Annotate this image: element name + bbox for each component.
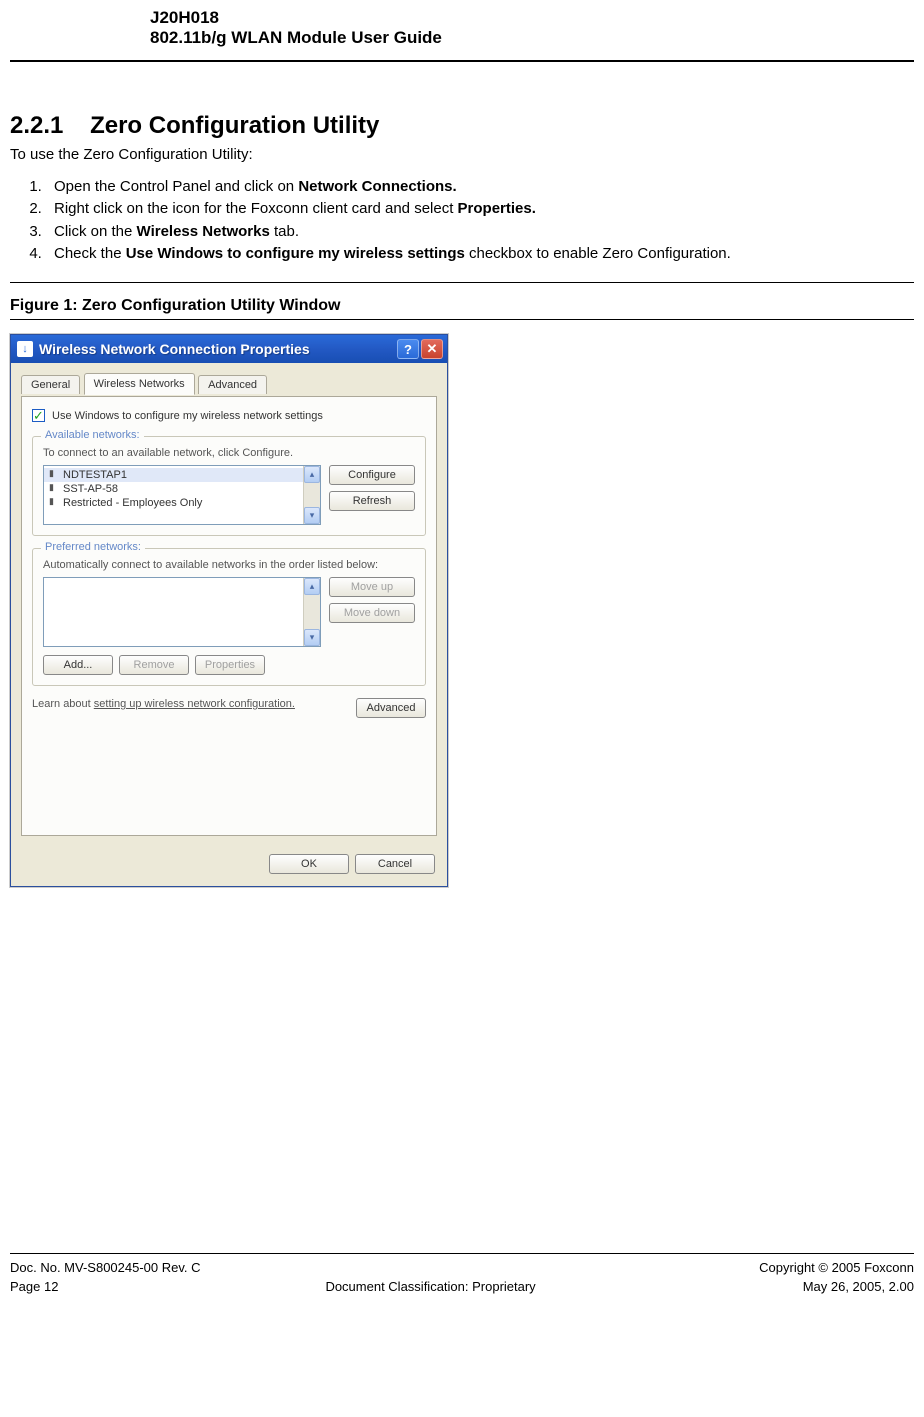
available-networks-list[interactable]: NDTESTAP1 SST-AP-58 Restricted - Employe…: [43, 465, 321, 525]
refresh-button[interactable]: Refresh: [329, 491, 415, 511]
tab-advanced[interactable]: Advanced: [198, 375, 267, 394]
page-number: Page 12: [10, 1279, 58, 1294]
footer-row-2: Page 12 Document Classification: Proprie…: [10, 1279, 914, 1294]
date-version: May 26, 2005, 2.00: [803, 1279, 914, 1294]
step-item: Right click on the icon for the Foxconn …: [46, 199, 914, 219]
help-button[interactable]: ?: [397, 339, 419, 359]
available-hint: To connect to an available network, clic…: [43, 447, 415, 459]
available-legend: Available networks:: [41, 429, 144, 441]
dialog-title: Wireless Network Connection Properties: [39, 341, 397, 357]
preferred-hint: Automatically connect to available netwo…: [43, 559, 415, 571]
preferred-networks-list[interactable]: ▴ ▾: [43, 577, 321, 647]
network-icon: [48, 484, 58, 494]
learn-link[interactable]: setting up wireless network configuratio…: [94, 698, 295, 710]
doc-title: 802.11b/g WLAN Module User Guide: [150, 28, 914, 48]
step-item: Check the Use Windows to configure my wi…: [46, 244, 914, 264]
learn-text: Learn about setting up wireless network …: [32, 698, 344, 710]
section-number: 2.2.1: [10, 112, 63, 139]
close-button[interactable]: ✕: [421, 339, 443, 359]
advanced-button[interactable]: Advanced: [356, 698, 426, 718]
list-item[interactable]: NDTESTAP1: [44, 468, 320, 482]
step-item: Click on the Wireless Networks tab.: [46, 222, 914, 242]
intro-text: To use the Zero Configuration Utility:: [10, 146, 914, 163]
copyright: Copyright © 2005 Foxconn: [759, 1260, 914, 1275]
tab-panel: ✓ Use Windows to configure my wireless n…: [21, 396, 437, 836]
properties-button[interactable]: Properties: [195, 655, 265, 675]
footer-divider: [10, 1253, 914, 1254]
properties-dialog: ↓ Wireless Network Connection Properties…: [10, 334, 448, 887]
move-up-button[interactable]: Move up: [329, 577, 415, 597]
use-windows-checkbox[interactable]: ✓: [32, 409, 45, 422]
list-item[interactable]: Restricted - Employees Only: [44, 496, 320, 510]
steps-list: Open the Control Panel and click on Netw…: [10, 177, 914, 264]
tab-wireless-networks[interactable]: Wireless Networks: [84, 373, 195, 395]
move-down-button[interactable]: Move down: [329, 603, 415, 623]
scroll-down-button[interactable]: ▾: [304, 507, 320, 524]
remove-button[interactable]: Remove: [119, 655, 189, 675]
scrollbar[interactable]: ▴ ▾: [303, 466, 320, 524]
section-heading: 2.2.1 Zero Configuration Utility: [10, 112, 914, 140]
figure-divider-bottom: [10, 319, 914, 320]
available-networks-group: Available networks: To connect to an ava…: [32, 436, 426, 536]
scrollbar[interactable]: ▴ ▾: [303, 578, 320, 646]
scroll-up-button[interactable]: ▴: [304, 578, 320, 595]
document-header: J20H018 802.11b/g WLAN Module User Guide: [10, 0, 914, 54]
add-button[interactable]: Add...: [43, 655, 113, 675]
header-divider: [10, 60, 914, 62]
ok-button[interactable]: OK: [269, 854, 349, 874]
configure-button[interactable]: Configure: [329, 465, 415, 485]
scroll-up-button[interactable]: ▴: [304, 466, 320, 483]
use-windows-label: Use Windows to configure my wireless net…: [52, 410, 323, 422]
tab-general[interactable]: General: [21, 375, 80, 394]
network-icon: [48, 470, 58, 480]
figure-divider-top: [10, 282, 914, 283]
doc-code: J20H018: [150, 8, 914, 28]
app-icon: ↓: [17, 341, 33, 357]
network-icon: [48, 498, 58, 508]
titlebar[interactable]: ↓ Wireless Network Connection Properties…: [11, 335, 447, 363]
list-item[interactable]: SST-AP-58: [44, 482, 320, 496]
scroll-down-button[interactable]: ▾: [304, 629, 320, 646]
tab-strip: General Wireless Networks Advanced: [21, 373, 437, 397]
step-item: Open the Control Panel and click on Netw…: [46, 177, 914, 197]
preferred-legend: Preferred networks:: [41, 541, 145, 553]
classification: Document Classification: Proprietary: [325, 1279, 535, 1294]
doc-number: Doc. No. MV-S800245-00 Rev. C: [10, 1260, 201, 1275]
footer-row-1: Doc. No. MV-S800245-00 Rev. C Copyright …: [10, 1260, 914, 1279]
section-title: Zero Configuration Utility: [90, 112, 379, 139]
figure-caption: Figure 1: Zero Configuration Utility Win…: [10, 297, 914, 315]
cancel-button[interactable]: Cancel: [355, 854, 435, 874]
preferred-networks-group: Preferred networks: Automatically connec…: [32, 548, 426, 686]
